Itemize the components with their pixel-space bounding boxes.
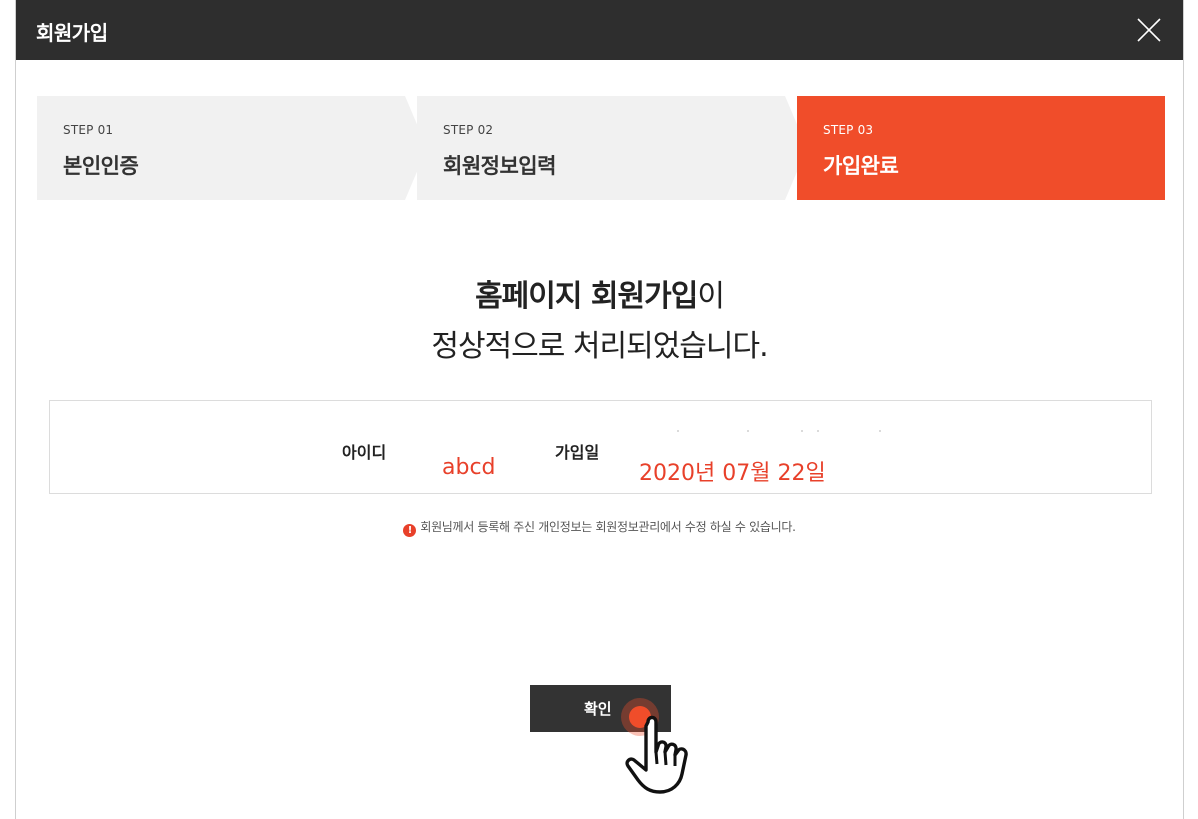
pointer-hand-icon (625, 715, 688, 794)
modal-titlebar: 회원가입 (16, 0, 1183, 60)
join-date-label: 가입일 (555, 443, 600, 462)
step-1: STEP 01 본인인증 (37, 96, 405, 200)
step-3-label: 가입완료 (823, 154, 899, 178)
headline-line2: 정상적으로 처리되었습니다. (431, 329, 768, 364)
step-2-number: STEP 02 (443, 123, 494, 137)
step-2: STEP 02 회원정보입력 (417, 96, 785, 200)
id-label: 아이디 (342, 443, 387, 462)
account-info-box: 아이디 abcd 가입일 2020년 07월 22일 (49, 400, 1152, 494)
join-date-value: 2020년 07월 22일 (639, 461, 826, 486)
confirm-label: 확인 (584, 700, 612, 718)
headline-bold: 홈페이지 회원가입 (475, 279, 698, 314)
step-3-active: STEP 03 가입완료 (797, 96, 1165, 200)
step-1-label: 본인인증 (63, 154, 139, 178)
headline-rest: 이 (697, 279, 725, 314)
close-icon[interactable] (1133, 14, 1165, 46)
info-notice: ! 회원님께서 등록해 주신 개인정보는 회원정보관리에서 수정 하실 수 있습니… (16, 518, 1183, 537)
step-indicator: STEP 01 본인인증 STEP 02 회원정보입력 STEP 03 가입완료 (37, 96, 1165, 200)
step-3-number: STEP 03 (823, 123, 874, 137)
signup-modal: 회원가입 STEP 01 본인인증 STEP 02 회원정보입력 STEP 03… (15, 0, 1184, 819)
notice-text: 회원님께서 등록해 주신 개인정보는 회원정보관리에서 수정 하실 수 있습니다… (420, 520, 796, 534)
modal-title: 회원가입 (36, 21, 108, 45)
id-value: abcd (442, 455, 496, 480)
info-icon: ! (403, 524, 417, 537)
completion-message: 홈페이지 회원가입이 정상적으로 처리되었습니다. (16, 274, 1183, 372)
faint-dots (677, 430, 881, 432)
step-2-label: 회원정보입력 (443, 154, 556, 178)
step-1-number: STEP 01 (63, 123, 114, 137)
